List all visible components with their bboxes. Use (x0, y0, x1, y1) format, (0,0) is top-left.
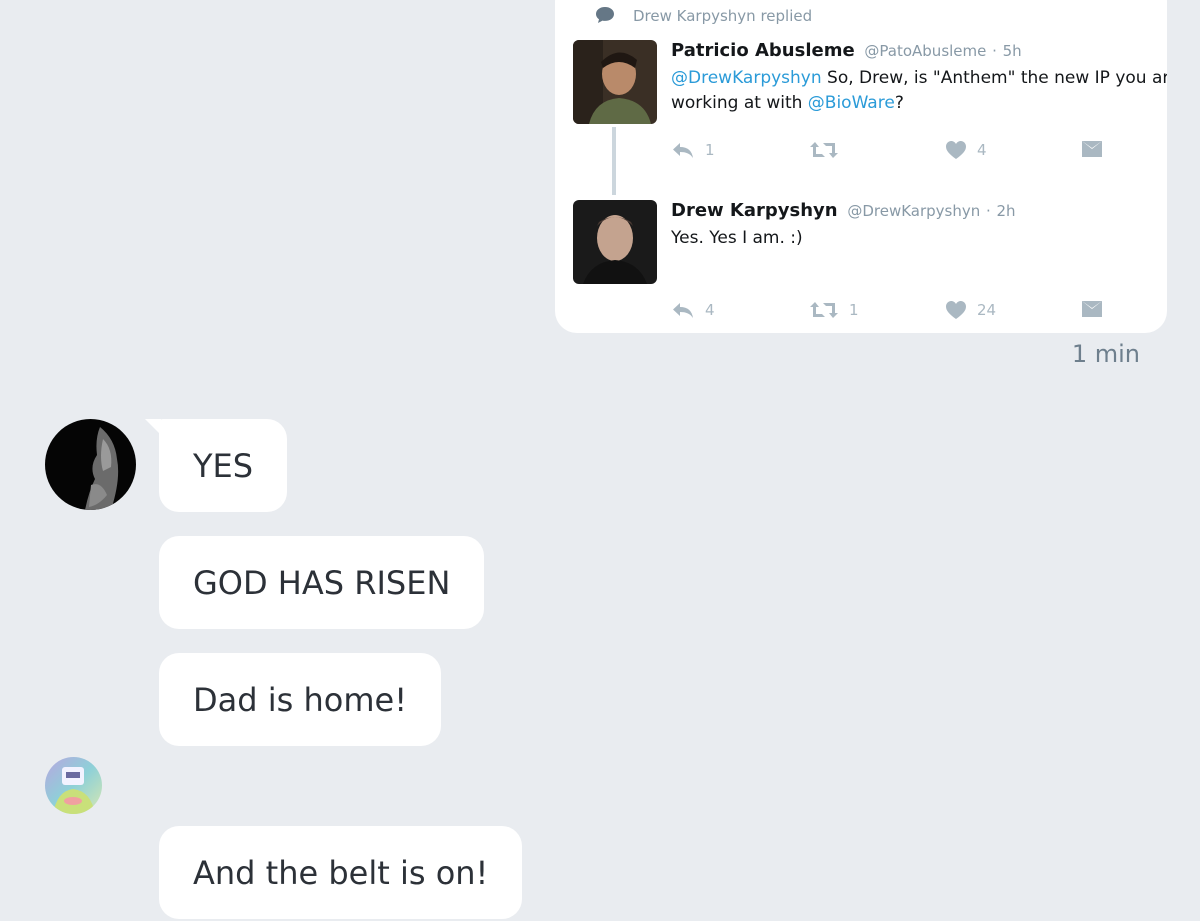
reply-arrow-icon (673, 143, 693, 158)
retweet-icon (810, 302, 838, 318)
avatar-photo (45, 419, 136, 510)
speech-bubble-icon (596, 7, 614, 23)
retweet-button[interactable] (809, 140, 849, 160)
author-name[interactable]: Drew Karpyshyn (671, 200, 838, 221)
message-bubble[interactable]: And the belt is on! (159, 826, 523, 919)
message-bubble[interactable]: Dad is home! (159, 653, 442, 746)
reply-button[interactable]: 4 (671, 300, 715, 320)
heart-icon (946, 141, 966, 159)
tweet-header: Patricio Abusleme @PatoAbusleme · 5h (671, 40, 1022, 61)
author-name[interactable]: Patricio Abusleme (671, 40, 855, 61)
reply-count: 1 (705, 141, 715, 159)
like-button[interactable]: 24 (945, 300, 996, 320)
tweet-text-segment: So, Drew, is "Anthem" the new IP you are (821, 68, 1167, 88)
retweet-button[interactable]: 1 (809, 300, 859, 320)
like-count: 24 (977, 301, 997, 319)
sender-avatar[interactable] (45, 419, 136, 510)
tweet-time[interactable]: 2h (997, 202, 1016, 220)
tweet-text: @DrewKarpyshyn So, Drew, is "Anthem" the… (671, 66, 1167, 116)
tweet-text-line-2: working at with @BioWare? (671, 91, 1167, 116)
thread-connector-line (612, 127, 616, 195)
heart-icon (946, 301, 966, 319)
message-timestamp: 1 min (1071, 340, 1140, 368)
avatar-photo (45, 757, 102, 814)
tweet-text-segment: ? (894, 93, 904, 113)
reply-button[interactable]: 1 (671, 140, 715, 160)
embedded-tweet-card[interactable]: Drew Karpyshyn replied Patricio Abusleme… (555, 0, 1167, 333)
retweet-icon (810, 142, 838, 158)
avatar-photo (573, 200, 657, 284)
message-bubble[interactable]: YES (159, 419, 288, 512)
avatar-photo (573, 40, 657, 124)
mention-link[interactable]: @DrewKarpyshyn (671, 68, 822, 88)
reply-arrow-icon (673, 303, 693, 318)
like-button[interactable]: 4 (945, 140, 987, 160)
tweet-actions: 4 1 24 (671, 300, 1111, 324)
separator: · (985, 202, 991, 220)
mention-link[interactable]: @BioWare (808, 93, 895, 113)
like-count: 4 (977, 141, 987, 159)
sender-avatar[interactable] (45, 757, 102, 814)
retweet-count: 1 (849, 301, 859, 319)
reply-context-text: Drew Karpyshyn replied (633, 7, 813, 25)
message-bubble[interactable]: GOD HAS RISEN (159, 536, 485, 629)
separator: · (992, 42, 997, 60)
avatar-patricio[interactable] (573, 40, 657, 124)
tweet-text-line-1: @DrewKarpyshyn So, Drew, is "Anthem" the… (671, 66, 1167, 91)
direct-message-button[interactable] (1081, 140, 1103, 158)
envelope-icon (1082, 141, 1102, 157)
reply-context: Drew Karpyshyn replied (596, 7, 813, 25)
tweet-actions: 1 4 (671, 140, 1111, 164)
avatar-drew[interactable] (573, 200, 657, 284)
envelope-icon (1082, 301, 1102, 317)
reply-count: 4 (705, 301, 715, 319)
direct-message-button[interactable] (1081, 300, 1103, 318)
author-handle[interactable]: @PatoAbusleme (864, 42, 986, 60)
tweet-text: Yes. Yes I am. :) (671, 228, 803, 248)
author-handle[interactable]: @DrewKarpyshyn (847, 202, 980, 220)
tweet-header: Drew Karpyshyn @DrewKarpyshyn · 2h (671, 200, 1016, 221)
tweet-time[interactable]: 5h (1003, 42, 1022, 60)
tweet-text-segment: working at with (671, 93, 808, 113)
